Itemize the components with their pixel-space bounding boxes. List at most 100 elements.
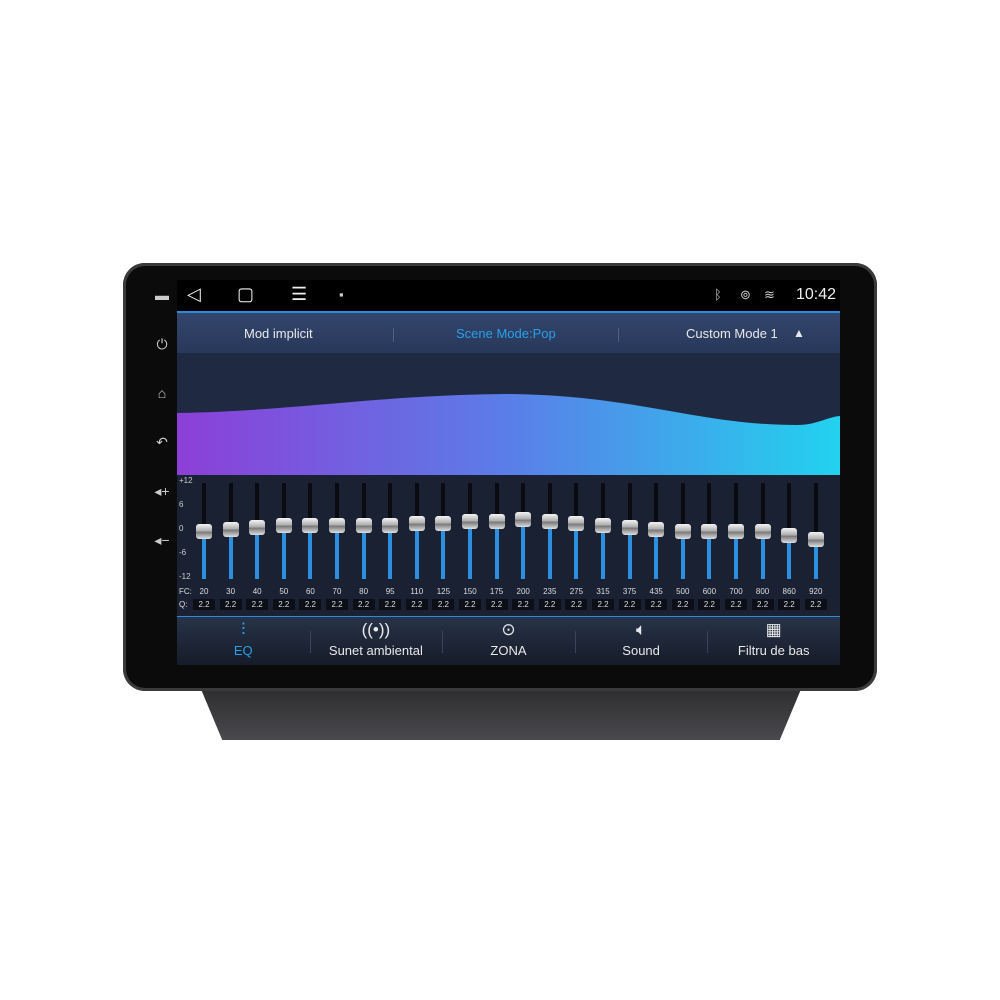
triangle-up-icon[interactable]: ▲ bbox=[793, 326, 805, 340]
eq-band[interactable]: 315 2.2 bbox=[590, 475, 616, 615]
tab-sunet-ambiental[interactable]: ((•)) Sunet ambiental bbox=[310, 617, 443, 665]
eq-band[interactable]: 235 2.2 bbox=[537, 475, 563, 615]
slider-knob[interactable] bbox=[595, 517, 611, 533]
eq-band[interactable]: 80 2.2 bbox=[351, 475, 377, 615]
volume-down-icon[interactable]: ◂− bbox=[150, 530, 174, 579]
band-q-value[interactable]: 2.2 bbox=[565, 599, 588, 610]
eq-band[interactable]: 70 2.2 bbox=[324, 475, 350, 615]
eq-band[interactable]: 200 2.2 bbox=[510, 475, 536, 615]
eq-band[interactable]: 860 2.2 bbox=[776, 475, 802, 615]
back-icon[interactable]: ↶ bbox=[150, 432, 174, 481]
eq-band[interactable]: 60 2.2 bbox=[297, 475, 323, 615]
volume-up-icon[interactable]: ◂+ bbox=[150, 481, 174, 530]
band-q-value[interactable]: 2.2 bbox=[272, 599, 295, 610]
band-q-value[interactable]: 2.2 bbox=[352, 599, 375, 610]
gallery-icon: ▪ bbox=[339, 287, 344, 302]
home-icon[interactable]: ⌂ bbox=[150, 383, 174, 432]
band-q-value[interactable]: 2.2 bbox=[432, 599, 455, 610]
eq-band[interactable]: 50 2.2 bbox=[271, 475, 297, 615]
eq-band[interactable]: 110 2.2 bbox=[404, 475, 430, 615]
band-q-value[interactable]: 2.2 bbox=[326, 599, 348, 610]
band-q-value[interactable]: 2.2 bbox=[193, 599, 215, 610]
home-icon[interactable]: ▢ bbox=[237, 284, 254, 305]
tab-divider bbox=[442, 631, 444, 653]
power-icon[interactable]: ⏻ bbox=[150, 334, 174, 383]
scene-mode-button[interactable]: Scene Mode:Pop bbox=[456, 326, 556, 341]
band-q-value[interactable]: 2.2 bbox=[512, 599, 535, 610]
default-mode-button[interactable]: Mod implicit bbox=[244, 326, 313, 341]
slider-knob[interactable] bbox=[754, 523, 771, 539]
eq-band[interactable]: 40 2.2 bbox=[244, 475, 270, 615]
band-q-value[interactable]: 2.2 bbox=[778, 599, 801, 610]
slider-knob[interactable] bbox=[196, 523, 212, 539]
band-q-value[interactable]: 2.2 bbox=[219, 599, 242, 610]
eq-band[interactable]: 435 2.2 bbox=[643, 475, 669, 615]
band-q-value[interactable]: 2.2 bbox=[246, 599, 269, 610]
slider-fill bbox=[441, 523, 446, 579]
slider-knob[interactable] bbox=[222, 521, 239, 537]
slider-knob[interactable] bbox=[701, 523, 718, 539]
slider-knob[interactable] bbox=[408, 515, 425, 531]
band-q-value[interactable]: 2.2 bbox=[485, 599, 508, 610]
eq-band[interactable]: 375 2.2 bbox=[617, 475, 643, 615]
tab-eq[interactable]: ⫶ EQ bbox=[177, 617, 310, 665]
slider-fill bbox=[388, 525, 393, 579]
band-frequency: 700 bbox=[729, 587, 743, 596]
slider-knob[interactable] bbox=[355, 517, 372, 533]
custom-mode-button[interactable]: Custom Mode 1 bbox=[686, 326, 778, 341]
slider-knob[interactable] bbox=[488, 513, 505, 529]
eq-band[interactable]: 920 2.2 bbox=[803, 475, 829, 615]
band-q-value[interactable]: 2.2 bbox=[804, 599, 827, 610]
eq-band[interactable]: 30 2.2 bbox=[218, 475, 244, 615]
eq-band[interactable]: 150 2.2 bbox=[457, 475, 483, 615]
eq-band[interactable]: 95 2.2 bbox=[377, 475, 403, 615]
wifi-icon: ≋ bbox=[764, 287, 775, 302]
band-q-value[interactable]: 2.2 bbox=[405, 599, 428, 610]
tab-divider bbox=[309, 631, 311, 653]
band-q-value[interactable]: 2.2 bbox=[538, 599, 561, 610]
eq-band[interactable]: 700 2.2 bbox=[723, 475, 749, 615]
slider-knob[interactable] bbox=[781, 527, 798, 543]
eq-band[interactable]: 800 2.2 bbox=[750, 475, 776, 615]
band-q-value[interactable]: 2.2 bbox=[645, 599, 668, 610]
slider-knob[interactable] bbox=[648, 521, 665, 537]
slider-knob[interactable] bbox=[435, 515, 452, 531]
eq-band[interactable]: 500 2.2 bbox=[670, 475, 696, 615]
band-frequency: 150 bbox=[463, 587, 477, 596]
slider-knob[interactable] bbox=[382, 517, 399, 533]
band-q-value[interactable]: 2.2 bbox=[299, 599, 322, 610]
slider-knob[interactable] bbox=[728, 523, 744, 539]
slider-fill bbox=[627, 527, 632, 579]
slider-knob[interactable] bbox=[515, 511, 532, 527]
band-q-value[interactable]: 2.2 bbox=[671, 599, 694, 610]
tab-filtru-de-bas[interactable]: ▦ Filtru de bas bbox=[707, 617, 840, 665]
slider-knob[interactable] bbox=[568, 515, 585, 531]
slider-knob[interactable] bbox=[302, 517, 319, 533]
tab-sound[interactable]: 🔈︎ Sound bbox=[575, 617, 708, 665]
eq-band[interactable]: 600 2.2 bbox=[696, 475, 722, 615]
tab-zona[interactable]: ⊙ ZONA bbox=[442, 617, 575, 665]
slider-knob[interactable] bbox=[462, 513, 478, 529]
slider-fill bbox=[255, 527, 260, 579]
slider-knob[interactable] bbox=[541, 513, 558, 529]
band-q-value[interactable]: 2.2 bbox=[618, 599, 641, 610]
band-q-value[interactable]: 2.2 bbox=[725, 599, 747, 610]
band-q-value[interactable]: 2.2 bbox=[379, 599, 402, 610]
slider-knob[interactable] bbox=[807, 531, 824, 547]
eq-band[interactable]: 20 2.2 bbox=[191, 475, 217, 615]
menu-icon[interactable]: ☰ bbox=[291, 284, 307, 305]
slider-knob[interactable] bbox=[275, 517, 292, 533]
band-q-value[interactable]: 2.2 bbox=[459, 599, 481, 610]
slider-knob[interactable] bbox=[674, 523, 691, 539]
eq-band[interactable]: 275 2.2 bbox=[563, 475, 589, 615]
slider-knob[interactable] bbox=[249, 519, 266, 535]
slider-fill bbox=[601, 525, 605, 579]
eq-band[interactable]: 125 2.2 bbox=[430, 475, 456, 615]
band-q-value[interactable]: 2.2 bbox=[592, 599, 614, 610]
slider-knob[interactable] bbox=[329, 517, 345, 533]
band-q-value[interactable]: 2.2 bbox=[698, 599, 721, 610]
slider-knob[interactable] bbox=[621, 519, 638, 535]
eq-band[interactable]: 175 2.2 bbox=[484, 475, 510, 615]
back-icon[interactable]: ◁ bbox=[187, 284, 201, 305]
band-q-value[interactable]: 2.2 bbox=[751, 599, 774, 610]
